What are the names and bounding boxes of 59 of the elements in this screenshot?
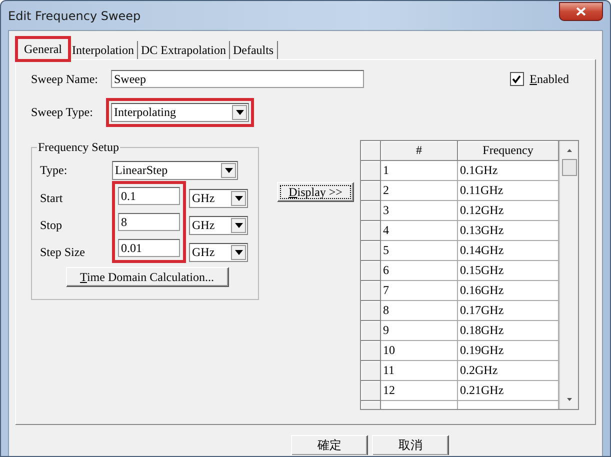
row-header[interactable]	[361, 361, 381, 381]
value-field[interactable]: 0.01	[118, 239, 180, 257]
window-title: Edit Frequency Sweep	[8, 8, 141, 22]
dropdown-arrow-icon[interactable]	[234, 196, 242, 200]
dropdown-arrow-icon[interactable]	[234, 222, 242, 228]
dropdown-arrow-icon[interactable]	[234, 250, 242, 254]
table-cell: 5	[381, 241, 458, 261]
table-cell: 10	[381, 341, 458, 361]
dialog-button[interactable]: 取消	[372, 435, 449, 455]
field-label: Step Size	[40, 244, 86, 260]
row-header[interactable]	[361, 201, 381, 221]
dropdown-arrow-icon[interactable]	[224, 168, 232, 172]
table-cell: 7	[381, 281, 458, 301]
time-domain-button[interactable]: Time Domain Calculation...	[66, 267, 228, 287]
unit-dropdown[interactable]: GHz	[189, 242, 248, 262]
sweep-type-dropdown[interactable]: Interpolating	[111, 102, 249, 122]
unit-dropdown[interactable]: GHz	[189, 216, 248, 234]
value-field[interactable]: 8	[118, 213, 180, 231]
row-header[interactable]	[361, 261, 381, 281]
close-button[interactable]	[559, 2, 603, 20]
sweep-name-field[interactable]: Sweep	[111, 70, 364, 88]
scrollbar[interactable]	[559, 141, 578, 409]
table-cell: 9	[381, 321, 458, 341]
table-cell: 3	[381, 201, 458, 221]
row-header[interactable]	[361, 281, 381, 301]
row-header[interactable]	[361, 301, 381, 321]
table-cell: 6	[381, 261, 458, 281]
table-cell: 8	[381, 301, 458, 321]
group-title: Frequency Setup	[37, 140, 120, 155]
table-cell: 2	[381, 181, 458, 201]
checkbox-label: Enabled	[530, 72, 569, 86]
value-field[interactable]: 0.1	[118, 187, 180, 205]
type-dropdown[interactable]: LinearStep	[112, 160, 238, 180]
field-label: Stop	[40, 216, 64, 234]
close-icon[interactable]	[576, 6, 586, 16]
field-label: Sweep Name:	[31, 72, 99, 86]
row-header[interactable]	[361, 181, 381, 201]
row-header[interactable]	[361, 161, 381, 181]
row-header[interactable]	[361, 241, 381, 261]
field-label: Start	[40, 190, 64, 206]
unit-dropdown[interactable]: GHz	[189, 188, 248, 208]
table-cell: 1	[381, 161, 458, 181]
column-header[interactable]: #	[381, 141, 458, 161]
field-label: Sweep Type:	[31, 104, 94, 120]
display-button[interactable]: Display >>	[277, 182, 354, 202]
field-label: Type:	[40, 162, 68, 178]
dialog-button[interactable]: 確定	[291, 435, 368, 455]
table-cell: 4	[381, 221, 458, 241]
row-header[interactable]	[361, 221, 381, 241]
table-cell: 11	[381, 361, 458, 381]
row-header[interactable]	[361, 321, 381, 341]
table-cell: 12	[381, 381, 458, 401]
checkbox[interactable]	[510, 72, 524, 86]
dropdown-arrow-icon[interactable]	[236, 110, 244, 114]
row-header[interactable]	[361, 341, 381, 361]
scrollbar-thumb[interactable]	[562, 159, 576, 176]
row-header[interactable]	[361, 381, 381, 401]
tab[interactable]: General	[17, 38, 69, 60]
column-header[interactable]: Frequency	[458, 141, 559, 161]
